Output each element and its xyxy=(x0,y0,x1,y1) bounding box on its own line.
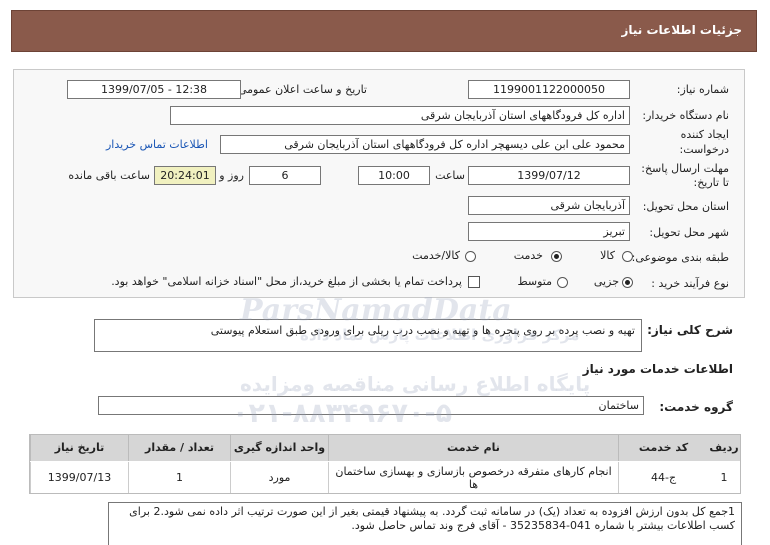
watermark-portal: پایگاه اطلاع رسانی مناقصه ومزایده xyxy=(240,372,591,396)
category-option-goods-service: کالا/خدمت xyxy=(412,249,460,262)
treasury-note: پرداخت تمام یا بخشی از مبلغ خرید،از محل … xyxy=(111,275,462,288)
remaining-time-field: 20:24:01 xyxy=(154,166,216,185)
remaining-time-label: ساعت باقی مانده xyxy=(68,169,150,182)
buyer-notes-text: 1جمع کل بدون ارزش افزوده به تعداد (یک) د… xyxy=(129,505,735,532)
deadline-time-field[interactable]: 10:00 xyxy=(358,166,430,185)
description-label: شرح کلی نیاز: xyxy=(647,323,733,337)
column-header-row: ردیف xyxy=(708,435,740,461)
creator-label-2: درخواست: xyxy=(679,143,729,156)
city-field[interactable]: تبریز xyxy=(468,222,630,241)
deadline-label-1: مهلت ارسال پاسخ: xyxy=(641,162,729,175)
process-type-label: نوع فرآیند خرید : xyxy=(651,277,729,290)
category-radio-service[interactable] xyxy=(551,251,562,262)
days-field[interactable]: 6 xyxy=(249,166,321,185)
deadline-label-2: تا تاریخ: xyxy=(693,176,729,189)
cell-date: 1399/07/13 xyxy=(30,462,128,493)
category-radio-goods[interactable] xyxy=(622,251,633,262)
cell-code: ج-44 xyxy=(618,462,708,493)
services-section-title: اطلاعات خدمات مورد نیاز xyxy=(582,362,733,376)
process-radio-medium[interactable] xyxy=(557,277,568,288)
column-header-name: نام خدمت xyxy=(328,435,618,461)
buyer-contact-link[interactable]: اطلاعات تماس خریدار xyxy=(106,138,208,151)
province-label: استان محل تحویل: xyxy=(642,200,729,213)
page-header: جزئیات اطلاعات نیاز xyxy=(11,10,757,52)
category-label: طبقه بندی موضوعی: xyxy=(631,251,729,264)
column-header-qty: تعداد / مقدار xyxy=(128,435,230,461)
category-radio-goods-service[interactable] xyxy=(465,251,476,262)
cell-row: 1 xyxy=(720,471,728,484)
treasury-checkbox[interactable] xyxy=(468,276,480,288)
need-number-label: شماره نیاز: xyxy=(676,83,729,96)
need-number-field[interactable]: 1199001122000050 xyxy=(468,80,630,99)
category-option-service: خدمت xyxy=(513,249,543,262)
watermark-brand: ParsNamadData xyxy=(240,293,512,328)
watermark-center: مرکز فراوری اطلاعات پارس نماد داده xyxy=(300,326,580,344)
column-header-code: کد خدمت xyxy=(618,435,708,461)
creator-field[interactable]: محمود علی ابن علی دیسهچر اداره کل فرودگا… xyxy=(220,135,630,154)
process-option-medium: متوسط xyxy=(517,275,552,288)
cell-name: انجام کارهای متفرقه درخصوص بازسازی و بهس… xyxy=(328,462,618,493)
province-field[interactable]: آذربایجان شرقی xyxy=(468,196,630,215)
announce-date-field[interactable]: 1399/07/05 - 12:38 xyxy=(67,80,241,99)
deadline-date-field[interactable]: 1399/07/12 xyxy=(468,166,630,185)
buyer-label: نام دستگاه خریدار: xyxy=(642,109,729,122)
buyer-notes-box: 1جمع کل بدون ارزش افزوده به تعداد (یک) د… xyxy=(108,502,742,545)
process-radio-minor[interactable] xyxy=(622,277,633,288)
service-group-label: گروه خدمت: xyxy=(659,400,733,414)
cell-unit: مورد xyxy=(230,462,328,493)
page-title: جزئیات اطلاعات نیاز xyxy=(621,23,742,37)
city-label: شهر محل تحویل: xyxy=(649,226,729,239)
column-header-date: تاریخ نیاز xyxy=(30,435,128,461)
cell-qty: 1 xyxy=(128,462,230,493)
buyer-field[interactable]: اداره کل فرودگاههای استان آذربایجان شرقی xyxy=(170,106,630,125)
watermark-phone: ۰۲۱-۸۸۳۴۹۶۷۰-۵ xyxy=(232,398,453,429)
deadline-time-label: ساعت xyxy=(435,169,465,182)
creator-label-1: ایجاد کننده xyxy=(680,128,729,141)
services-table: ردیف کد خدمت نام خدمت واحد اندازه گیری ت… xyxy=(29,434,741,494)
column-header-unit: واحد اندازه گیری xyxy=(230,435,328,461)
announce-date-label: تاریخ و ساعت اعلان عمومی: xyxy=(234,83,367,96)
category-option-goods: کالا xyxy=(600,249,615,262)
process-option-minor: جزیی xyxy=(593,275,619,288)
days-label: روز و xyxy=(219,169,244,182)
